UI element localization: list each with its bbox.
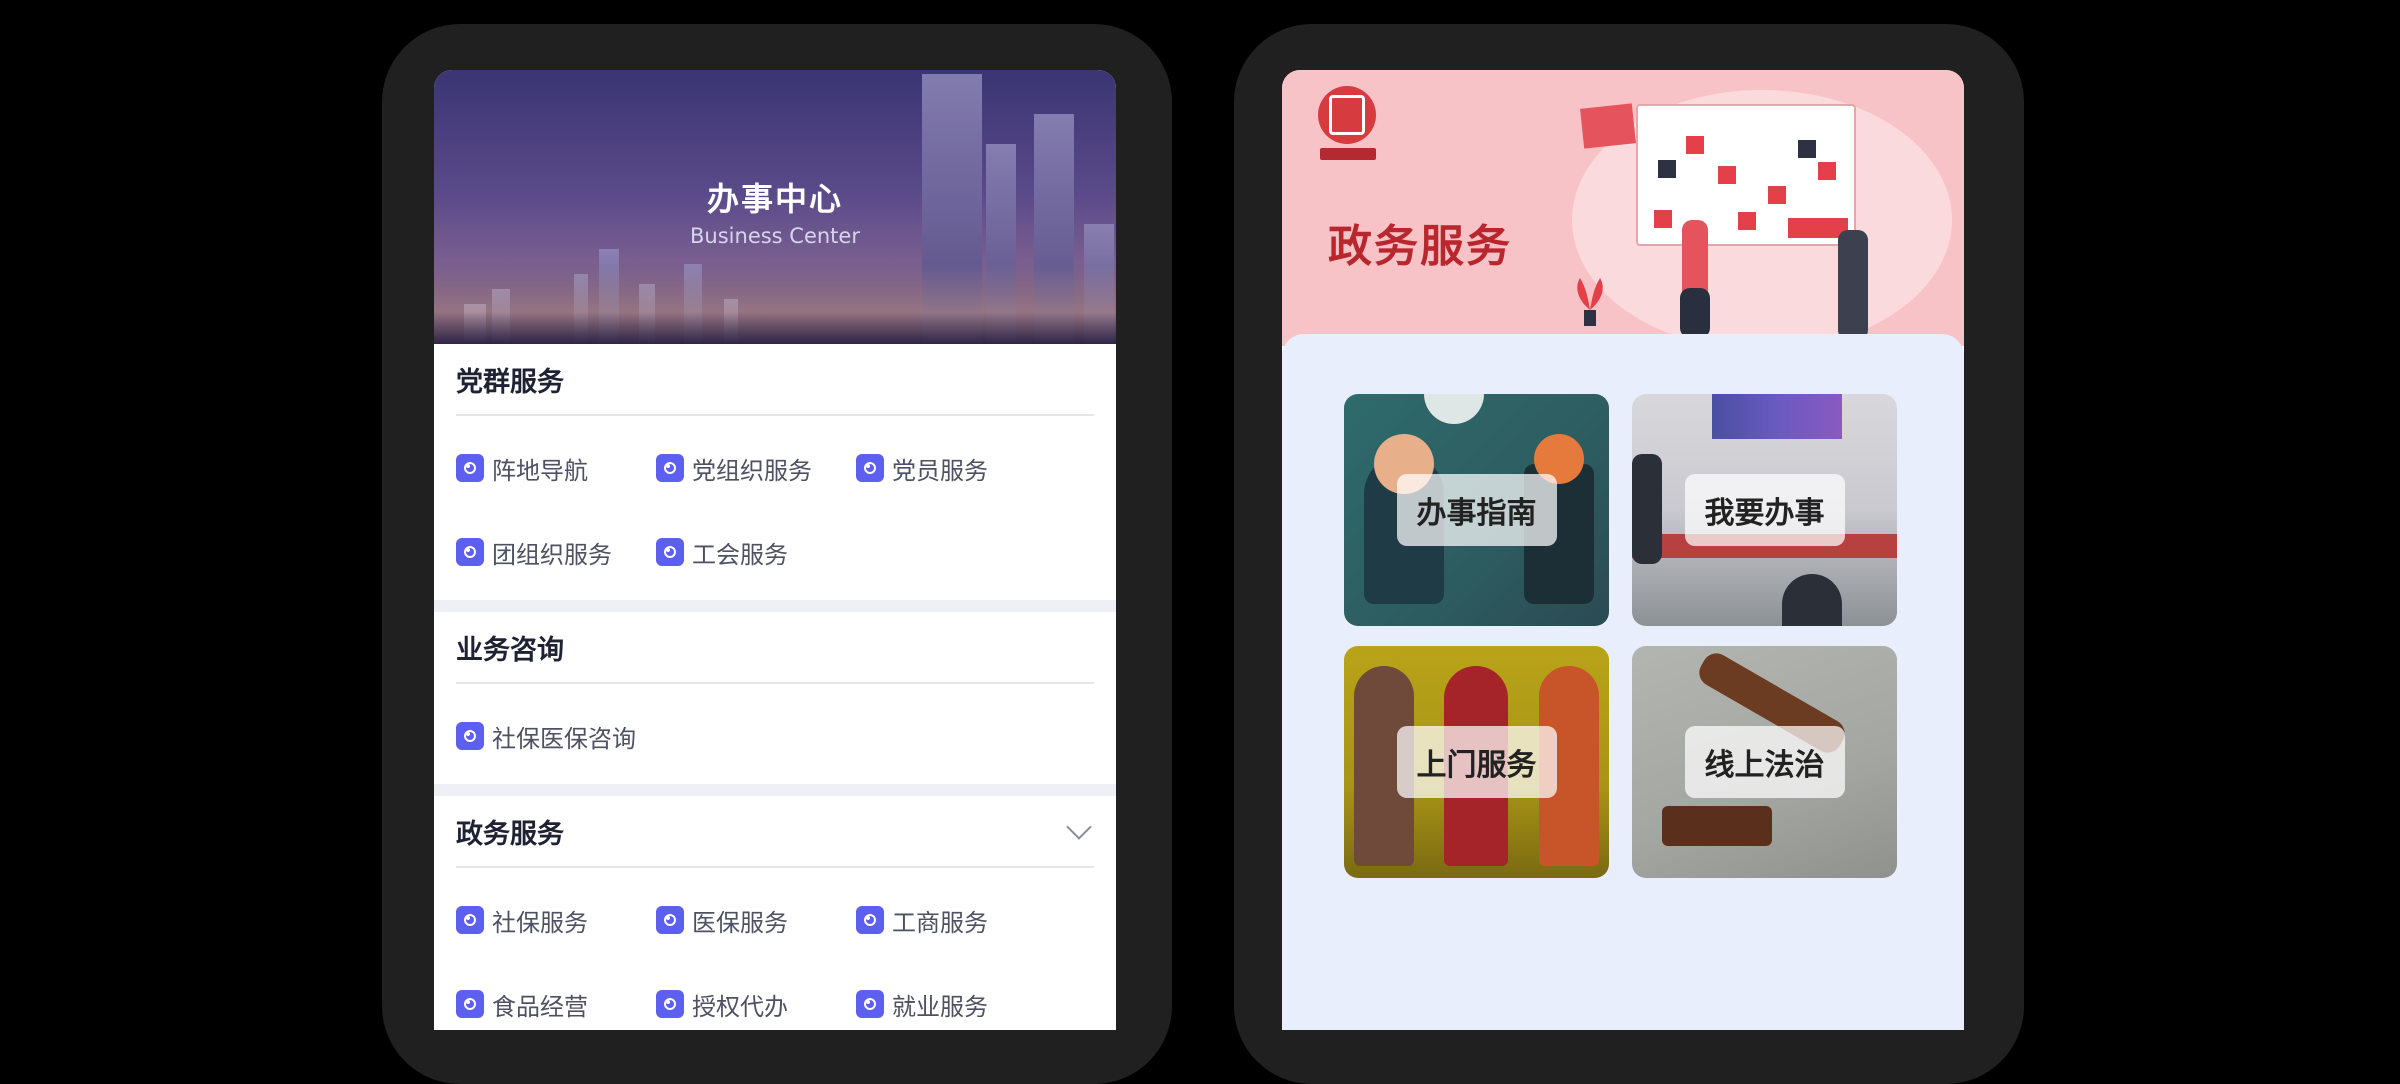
- board-cell: [1768, 186, 1786, 204]
- tile-online-law[interactable]: 线上法治: [1632, 646, 1897, 878]
- service-label: 工会服务: [692, 540, 788, 569]
- service-label: 食品经营: [492, 992, 588, 1021]
- service-label: 工商服务: [892, 908, 988, 937]
- city-glow: [434, 264, 1116, 344]
- emblem-inner: [1329, 95, 1365, 135]
- section-consultation: 业务咨询 社保医保咨询: [434, 612, 1116, 784]
- tile-label: 线上法治: [1684, 726, 1845, 798]
- illustration-screens: [1712, 394, 1842, 439]
- board-cell: [1718, 166, 1736, 184]
- tile-label: 我要办事: [1684, 474, 1845, 546]
- tile-service-guide[interactable]: 办事指南: [1344, 394, 1609, 626]
- service-item-union[interactable]: 工会服务: [656, 510, 856, 594]
- service-label: 社保服务: [492, 908, 588, 937]
- service-label: 社保医保咨询: [492, 724, 636, 753]
- service-item-proxy[interactable]: 授权代办: [656, 962, 856, 1030]
- service-icon: [656, 538, 684, 566]
- service-icon: [456, 538, 484, 566]
- illustration-person: [1632, 454, 1662, 564]
- section-title: 政务服务: [456, 818, 564, 850]
- tile-label: 办事指南: [1396, 474, 1557, 546]
- board-cell: [1658, 160, 1676, 178]
- emblem-logo: [1318, 86, 1376, 144]
- section-separator: [434, 784, 1116, 796]
- service-label: 党组织服务: [692, 456, 812, 485]
- gavel-block: [1662, 806, 1772, 846]
- hero-title: 办事中心: [706, 180, 843, 218]
- hero-banner: 办事中心 Business Center: [434, 70, 1116, 344]
- section-header: 党群服务: [456, 344, 1094, 416]
- service-item-party-org[interactable]: 党组织服务: [656, 426, 856, 510]
- illustration-card: [1580, 103, 1636, 149]
- service-icon: [456, 454, 484, 482]
- service-icon: [456, 990, 484, 1018]
- hero-banner: 政务服务: [1282, 70, 1964, 346]
- service-icon: [456, 722, 484, 750]
- tile-label: 上门服务: [1396, 726, 1557, 798]
- service-tiles-panel: 办事指南 我要办事 上门服务 线上法治: [1282, 334, 1964, 1030]
- section-title: 业务咨询: [456, 634, 564, 666]
- section-separator: [434, 600, 1116, 612]
- service-icon: [856, 990, 884, 1018]
- service-item-party-member[interactable]: 党员服务: [856, 426, 1056, 510]
- service-icon: [856, 454, 884, 482]
- tile-do-business[interactable]: 我要办事: [1632, 394, 1897, 626]
- service-item-position-nav[interactable]: 阵地导航: [456, 426, 656, 510]
- page-title: 政务服务: [1328, 221, 1512, 272]
- service-icon: [856, 906, 884, 934]
- service-label: 就业服务: [892, 992, 988, 1021]
- section-gov-services: 政务服务 社保服务 医保服务 工商服务 食品经营 授权代办 就业服务: [434, 796, 1116, 1030]
- board-cell: [1686, 136, 1704, 154]
- service-icon: [656, 990, 684, 1018]
- plant-illustration: [1577, 278, 1603, 326]
- service-item-medical-insurance[interactable]: 医保服务: [656, 878, 856, 962]
- illustration-calendar-board: [1636, 104, 1856, 246]
- service-icon: [456, 906, 484, 934]
- gov-services-screen: 政务服务 办事指南 我要办事 上门服务 线上法治: [1282, 70, 1964, 1030]
- emblem-caption: [1320, 148, 1376, 160]
- board-cell: [1654, 210, 1672, 228]
- speech-bubble: [1424, 394, 1484, 424]
- hero-subtitle: Business Center: [690, 224, 860, 248]
- service-item-business[interactable]: 工商服务: [856, 878, 1056, 962]
- illustration-person-left-legs: [1680, 288, 1710, 338]
- illustration-person: [1782, 574, 1842, 626]
- service-grid: 阵地导航 党组织服务 党员服务 团组织服务 工会服务: [456, 416, 1094, 600]
- service-label: 医保服务: [692, 908, 788, 937]
- service-label: 阵地导航: [492, 456, 588, 485]
- section-header[interactable]: 政务服务: [456, 796, 1094, 868]
- service-item-food-business[interactable]: 食品经营: [456, 962, 656, 1030]
- service-item-league-org[interactable]: 团组织服务: [456, 510, 656, 594]
- service-label: 授权代办: [692, 992, 788, 1021]
- service-item-employment[interactable]: 就业服务: [856, 962, 1056, 1030]
- chevron-down-icon[interactable]: [1066, 814, 1092, 840]
- section-party-services: 党群服务 阵地导航 党组织服务 党员服务 团组织服务 工会服务: [434, 344, 1116, 600]
- service-icon: [656, 454, 684, 482]
- service-label: 党员服务: [892, 456, 988, 485]
- business-center-screen: 办事中心 Business Center 党群服务 阵地导航 党组织服务 党员服…: [434, 70, 1116, 1030]
- board-cell: [1818, 162, 1836, 180]
- section-title: 党群服务: [456, 366, 564, 398]
- section-header: 业务咨询: [456, 612, 1094, 684]
- tile-door-service[interactable]: 上门服务: [1344, 646, 1609, 878]
- board-cell: [1738, 212, 1756, 230]
- service-grid: 社保服务 医保服务 工商服务 食品经营 授权代办 就业服务: [456, 868, 1094, 1030]
- service-icon: [656, 906, 684, 934]
- service-item-insurance-consult[interactable]: 社保医保咨询: [456, 694, 756, 778]
- service-label: 团组织服务: [492, 540, 612, 569]
- board-cell: [1798, 140, 1816, 158]
- service-grid: 社保医保咨询: [456, 684, 1094, 784]
- illustration-person-right: [1838, 230, 1868, 340]
- service-item-social-security[interactable]: 社保服务: [456, 878, 656, 962]
